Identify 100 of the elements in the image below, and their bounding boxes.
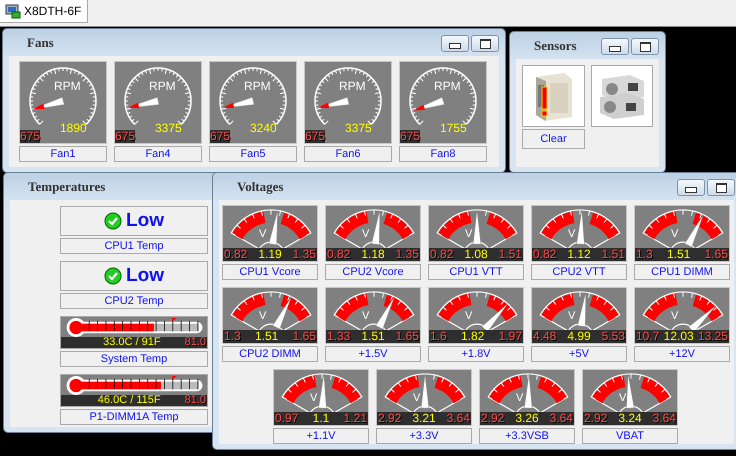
voltage-label[interactable]: CPU1 Vcore <box>222 264 318 280</box>
gauge-max: 1.65 <box>396 330 419 343</box>
clear-button[interactable]: Clear <box>522 129 585 149</box>
fan-label[interactable]: Fan5 <box>209 146 297 162</box>
gauge-min: 0.82 <box>224 248 248 261</box>
status-text: Low <box>126 210 164 232</box>
fan-label[interactable]: Fan1 <box>19 146 107 162</box>
gauge-min: 675 <box>305 130 326 143</box>
gauge-value: 12.03 <box>664 330 694 343</box>
voltage-label[interactable]: +5V <box>531 346 627 362</box>
gauge-value: 1.18 <box>361 248 385 261</box>
device-tab[interactable]: X8DTH-6F <box>0 0 88 23</box>
voltage-label[interactable]: +12V <box>634 346 730 362</box>
sensor-label[interactable]: CPU2 Temp <box>60 293 208 309</box>
voltage-label[interactable]: +3.3VSB <box>479 428 575 444</box>
unit-label: RPM <box>54 79 81 93</box>
gauge-value: 3.24 <box>618 412 642 425</box>
minimize-button[interactable] <box>677 179 705 196</box>
gauge-value: 1.1 <box>312 412 330 425</box>
status-text: Low <box>126 265 164 287</box>
minimize-button[interactable] <box>441 35 469 52</box>
gauge-min: 1.3 <box>636 248 653 261</box>
gauge-max: 1.21 <box>344 412 367 425</box>
gauge-value: 1.08 <box>464 248 488 261</box>
voltage-label[interactable]: +1.1V <box>273 428 369 444</box>
gauge-min: 675 <box>115 130 136 143</box>
gauge-max: 1.35 <box>292 248 316 261</box>
fan-label[interactable]: Fan4 <box>114 146 202 162</box>
gauge-min: 0.97 <box>275 412 298 425</box>
gauge-min: 2.92 <box>584 412 608 425</box>
gauge-max: 1.65 <box>704 248 728 261</box>
gauge-max: 1.65 <box>292 330 316 343</box>
gauge-value: 1.51 <box>361 330 385 343</box>
gauge-max: 5.53 <box>602 330 625 343</box>
gauge-value: 1.19 <box>258 248 282 261</box>
computer-icon <box>5 3 21 19</box>
temperature-reading: 46.0C / 115F <box>98 395 161 406</box>
window-title: Temperatures <box>28 178 106 194</box>
gauge-min: 0.82 <box>430 248 454 261</box>
unit-label: V <box>671 310 678 322</box>
voltage-label[interactable]: +3.3V <box>376 428 472 444</box>
sensor-label[interactable]: P1-DIMM1A Temp <box>60 409 208 425</box>
unit-label: V <box>259 228 266 240</box>
voltage-label[interactable]: CPU2 DIMM <box>222 346 318 362</box>
gauge-max: 3.64 <box>550 412 573 425</box>
gauge-value: 1890 <box>60 121 87 135</box>
sensor-label[interactable]: System Temp <box>60 351 208 367</box>
gauge-min: 10.7 <box>636 330 660 343</box>
restore-button[interactable] <box>631 38 659 55</box>
voltage-label[interactable]: CPU2 Vcore <box>325 264 421 280</box>
restore-button[interactable] <box>707 179 735 196</box>
voltage-label[interactable]: CPU1 DIMM <box>634 264 730 280</box>
window-title: Sensors <box>534 38 577 54</box>
unit-label: RPM <box>149 79 176 93</box>
gauge-value: 4.99 <box>567 330 591 343</box>
gauge-value: 3.26 <box>515 412 539 425</box>
gauge-max: 1.51 <box>602 248 625 261</box>
unit-label: RPM <box>339 79 366 93</box>
gauge-min: 1.33 <box>327 330 350 343</box>
unit-label: V <box>619 392 626 404</box>
voltage-label[interactable]: CPU1 VTT <box>428 264 524 280</box>
gauge-max: 1.35 <box>396 248 419 261</box>
unit-label: V <box>671 228 678 240</box>
unit-label: V <box>362 228 370 240</box>
unit-label: V <box>362 310 370 322</box>
window-title: Fans <box>27 34 54 50</box>
unit-label: RPM <box>434 79 461 93</box>
gauge-min: 675 <box>400 130 420 143</box>
unit-label: V <box>568 228 576 240</box>
gauge-max: 3.64 <box>446 412 470 425</box>
temperature-reading: 33.0C / 91F <box>103 337 161 348</box>
voltage-label[interactable]: VBAT <box>582 428 678 444</box>
unit-label: V <box>568 310 576 322</box>
unit-label: RPM <box>244 79 271 93</box>
gauge-value: 3.21 <box>412 412 436 425</box>
gauge-value: 3375 <box>155 121 182 135</box>
unit-label: V <box>465 310 472 322</box>
fan-label[interactable]: Fan8 <box>399 146 487 162</box>
voltage-label[interactable]: CPU2 VTT <box>531 264 627 280</box>
fan-label[interactable]: Fan6 <box>304 146 392 162</box>
gauge-value: 1.12 <box>567 248 591 261</box>
gauge-min: 2.92 <box>481 412 504 425</box>
gauge-max: 81.0 <box>184 395 206 406</box>
unit-label: V <box>516 392 524 404</box>
restore-button[interactable] <box>471 35 499 52</box>
gauge-max: 13.25 <box>698 330 728 343</box>
gauge-min: 4.48 <box>533 330 556 343</box>
window-title: Voltages <box>237 178 284 194</box>
voltage-label[interactable]: +1.5V <box>325 346 421 362</box>
minimize-button[interactable] <box>601 38 629 55</box>
gauge-min: 0.82 <box>533 248 556 261</box>
gauge-max: 3.64 <box>652 412 676 425</box>
gauge-value: 3375 <box>345 121 372 135</box>
gauge-min: 0.82 <box>327 248 350 261</box>
unit-label: V <box>413 392 420 404</box>
sensor-label[interactable]: CPU1 Temp <box>60 238 208 254</box>
unit-label: V <box>259 310 266 322</box>
gauge-max: 1.97 <box>498 330 522 343</box>
voltage-label[interactable]: +1.8V <box>428 346 524 362</box>
gauge-value: 3240 <box>250 121 277 135</box>
